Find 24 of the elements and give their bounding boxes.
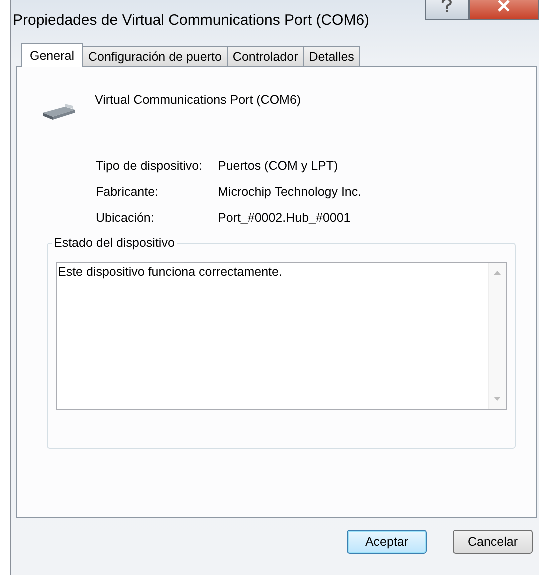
scroll-down-icon[interactable] bbox=[494, 397, 501, 401]
scroll-bar[interactable] bbox=[488, 263, 506, 409]
dialog-button[interactable]: Aceptar bbox=[347, 530, 427, 554]
tab[interactable]: Detalles bbox=[303, 46, 360, 66]
status-text: Este dispositivo funciona correctamente. bbox=[57, 264, 284, 281]
property-value: Microchip Technology Inc. bbox=[218, 185, 363, 199]
tab[interactable]: General bbox=[21, 43, 84, 67]
dialog-button[interactable]: Cancelar bbox=[453, 530, 533, 554]
property-label: Fabricante: bbox=[96, 185, 160, 199]
help-button[interactable] bbox=[425, 0, 469, 20]
device-name: Virtual Communications Port (COM6) bbox=[95, 93, 302, 107]
scroll-up-icon[interactable] bbox=[494, 271, 501, 275]
close-button[interactable] bbox=[469, 0, 539, 20]
close-icon bbox=[497, 0, 511, 12]
window-title: Propiedades de Virtual Communications Port (COM6) bbox=[13, 12, 371, 29]
group-title: Estado del dispositivo bbox=[52, 236, 177, 250]
property-value: Port_#0002.Hub_#0001 bbox=[218, 211, 352, 225]
port-icon bbox=[41, 101, 77, 121]
help-icon bbox=[441, 0, 453, 12]
property-label: Ubicación: bbox=[96, 211, 156, 225]
tab[interactable]: Configuración de puerto bbox=[82, 46, 228, 66]
tab[interactable]: Controlador bbox=[226, 46, 304, 66]
property-label: Tipo de dispositivo: bbox=[96, 159, 204, 173]
property-value: Puertos (COM y LPT) bbox=[218, 159, 340, 173]
